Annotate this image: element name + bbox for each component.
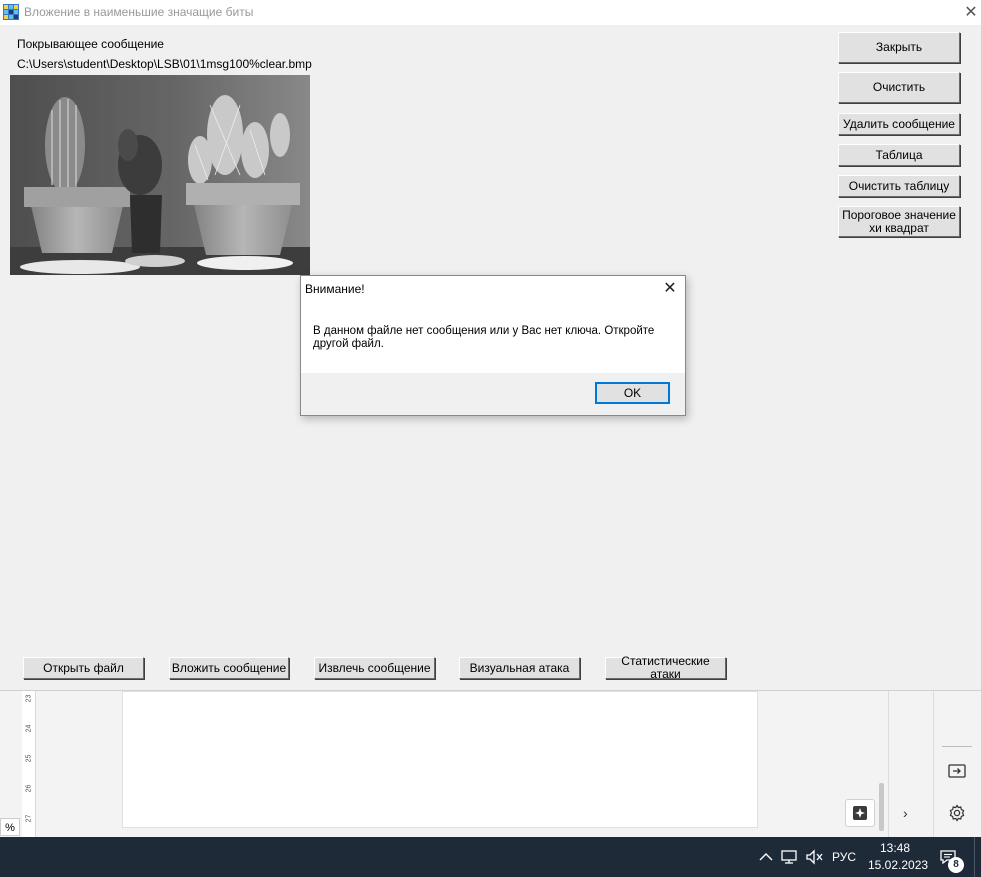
- open-file-button[interactable]: Открыть файл: [23, 657, 144, 679]
- extract-message-button[interactable]: Извлечь сообщение: [314, 657, 435, 679]
- table-button[interactable]: Таблица: [838, 144, 960, 166]
- ruler-mark: 23: [25, 694, 33, 703]
- gear-icon[interactable]: [947, 803, 967, 823]
- chi-square-threshold-button[interactable]: Пороговое значение хи квадрат: [838, 206, 960, 237]
- clear-button[interactable]: Очистить: [838, 72, 960, 103]
- chevron-right-icon[interactable]: ›: [903, 805, 908, 821]
- cover-image: [10, 75, 310, 275]
- threshold-label-line2: хи квадрат: [869, 220, 929, 235]
- dialog-footer: OK: [301, 373, 685, 415]
- sparkle-icon[interactable]: [845, 799, 875, 827]
- ruler-mark: 24: [25, 724, 33, 733]
- dialog-message: В данном файле нет сообщения или у Вас н…: [313, 325, 655, 350]
- dialog-title: Внимание!: [305, 282, 365, 296]
- window-title: Вложение в наименьшие значащие биты: [24, 5, 254, 19]
- speaker-muted-icon[interactable]: [804, 847, 824, 867]
- window-close-button[interactable]: ✕: [962, 4, 980, 22]
- title-bar: Вложение в наименьшие значащие биты ✕: [0, 0, 981, 25]
- visual-attack-button[interactable]: Визуальная атака: [459, 657, 580, 679]
- clock-time[interactable]: 13:48: [880, 841, 910, 855]
- threshold-label-line1: Пороговое значение: [842, 207, 956, 222]
- ruler-mark: 27: [25, 814, 33, 823]
- warning-dialog: Внимание! ✕ В данном файле нет сообщения…: [300, 275, 686, 416]
- app-icon: [3, 4, 19, 20]
- cover-message-label: Покрывающее сообщение: [17, 37, 164, 51]
- embed-message-button[interactable]: Вложить сообщение: [169, 657, 289, 679]
- background-editor: 23 24 25 26 27 % ›: [0, 691, 981, 837]
- close-button[interactable]: Закрыть: [838, 32, 960, 63]
- clock-date[interactable]: 15.02.2023: [868, 858, 928, 872]
- network-icon[interactable]: [780, 847, 800, 867]
- side-panel: [933, 691, 981, 837]
- panel-separator: [942, 746, 972, 747]
- chevron-up-icon[interactable]: [758, 847, 774, 867]
- clear-table-button[interactable]: Очистить таблицу: [838, 175, 960, 197]
- cover-file-path: C:\Users\student\Desktop\LSB\01\1msg100%…: [17, 57, 312, 71]
- panel-divider: [888, 691, 889, 837]
- dialog-close-button[interactable]: ✕: [661, 280, 679, 298]
- document-page[interactable]: [122, 691, 758, 828]
- show-desktop-button[interactable]: [974, 837, 981, 877]
- vertical-ruler: 23 24 25 26 27: [22, 691, 36, 837]
- export-icon[interactable]: [947, 761, 967, 781]
- zoom-indicator[interactable]: %: [0, 818, 20, 836]
- delete-message-button[interactable]: Удалить сообщение: [838, 113, 960, 135]
- ruler-mark: 25: [25, 754, 33, 763]
- scrollbar-thumb[interactable]: [879, 783, 884, 831]
- input-language[interactable]: РУС: [832, 850, 856, 864]
- ok-button[interactable]: OK: [595, 382, 670, 404]
- taskbar: РУС 13:48 15.02.2023 8: [0, 837, 981, 877]
- ruler-mark: 26: [25, 784, 33, 793]
- statistical-attacks-button[interactable]: Статистические атаки: [605, 655, 726, 681]
- notification-count-badge: 8: [948, 857, 964, 873]
